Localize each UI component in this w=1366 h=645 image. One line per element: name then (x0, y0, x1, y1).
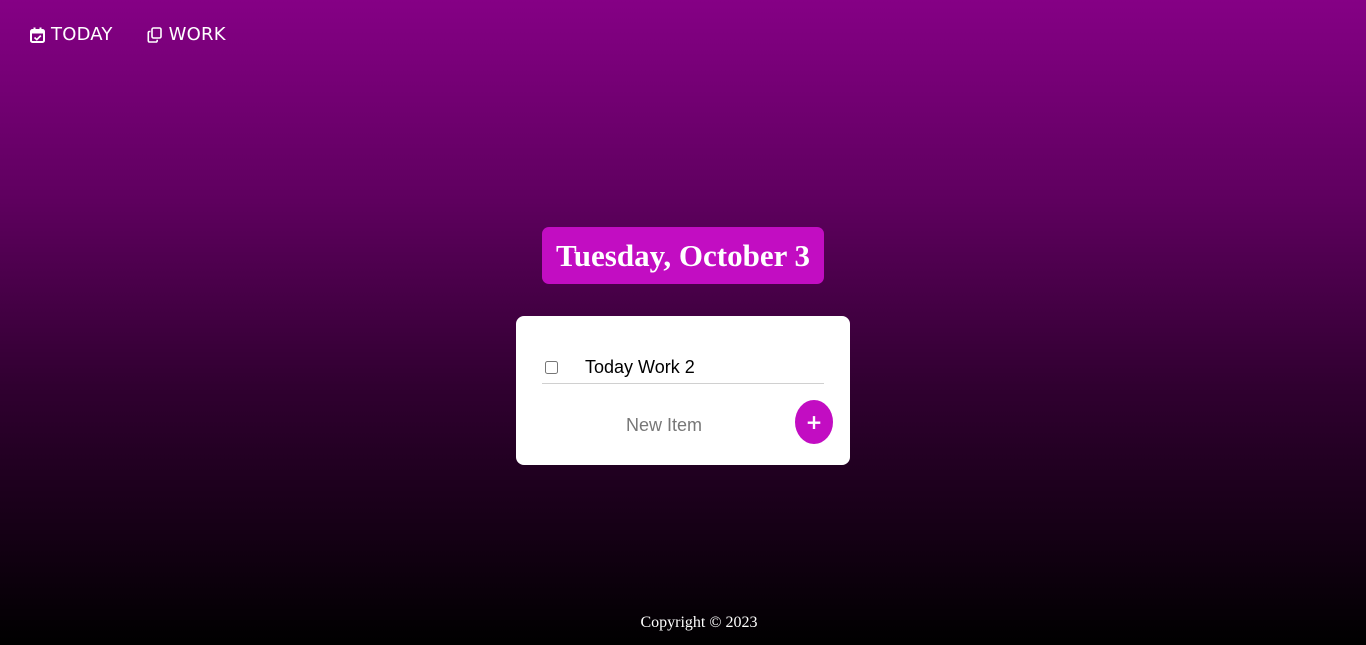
add-item-button[interactable]: + (795, 400, 833, 444)
copyright-text: Copyright © 2023 (640, 614, 758, 631)
new-item-input[interactable] (542, 408, 786, 442)
nav-today-link[interactable]: TODAY (29, 24, 113, 45)
item-checkbox[interactable] (545, 361, 558, 374)
date-heading: Tuesday, October 3 (555, 237, 811, 273)
nav-work-link[interactable]: WORK (147, 24, 226, 45)
nav-today-label: TODAY (51, 24, 113, 45)
nav-work-label: WORK (168, 24, 226, 45)
item-text: Today Work 2 (585, 357, 695, 377)
calendar-check-icon (29, 27, 45, 43)
footer: Copyright © 2023 (0, 614, 1366, 632)
todo-card: Today Work 2 + (516, 316, 850, 465)
copy-icon (147, 26, 163, 43)
top-nav: TODAY WORK (29, 24, 226, 45)
list-item: Today Work 2 (542, 352, 824, 384)
date-heading-box: Tuesday, October 3 (542, 227, 824, 284)
